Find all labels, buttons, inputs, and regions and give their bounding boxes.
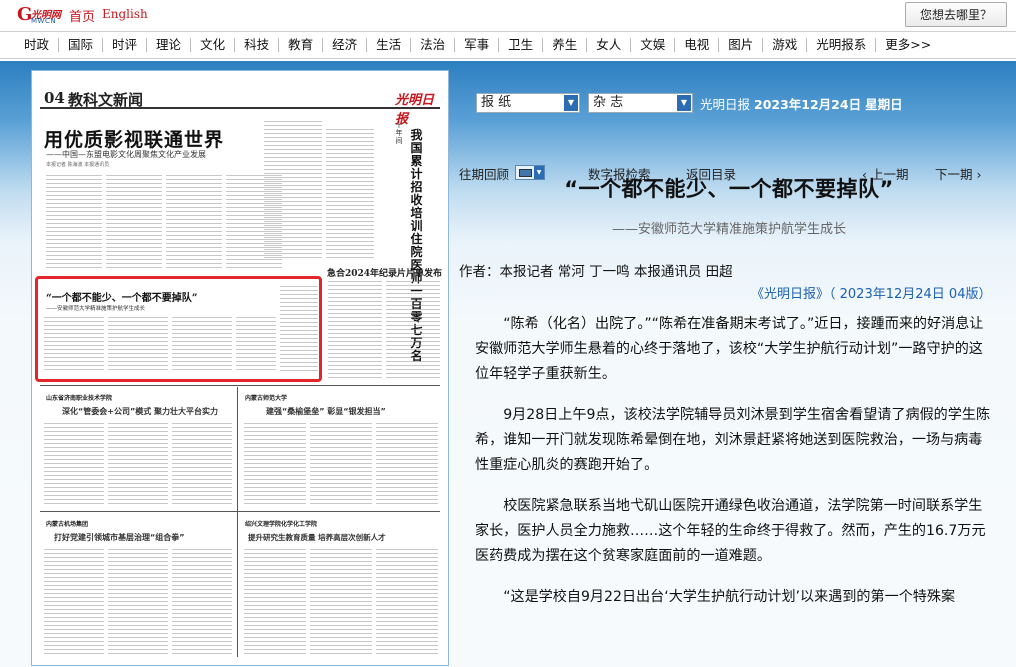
text-column (328, 281, 382, 381)
vertical-kicker: 十年间 (395, 121, 403, 145)
text-column (376, 423, 438, 507)
selected-article-highlight[interactable] (35, 276, 322, 382)
nav-item[interactable]: 时评 (103, 38, 148, 52)
magazine-select[interactable]: 杂 志 ▼ (588, 93, 693, 113)
newspaper-header: 04 教科文新闻 光明日报 (40, 89, 440, 127)
story-1-section: 山东省济南职业技术学院 (46, 395, 113, 402)
story-2-title[interactable]: 建强“桑榆堡垒” 彰显“银发担当” (266, 406, 386, 417)
main-nav: 时政 国际 时评 理论 文化 科技 教育 经济 生活 法治 军事 卫生 养生 女人 文娱 电视 图片 游戏 光明报系… (0, 31, 1016, 59)
text-column (106, 175, 162, 271)
article-subtitle: ——安徽师范大学精准施策护航学生成长 (612, 222, 847, 237)
nav-item[interactable]: 文化 (191, 38, 236, 52)
story-1-title[interactable]: 深化“管委会+公司”模式 聚力壮大平台实力 (62, 406, 218, 417)
text-column (172, 423, 232, 507)
nav-item[interactable]: 理论 (147, 38, 192, 52)
newspaper-subheadline: ——中国—东盟电影文化周聚焦文化产业发展 (46, 150, 206, 159)
chevron-down-icon: ▼ (677, 95, 691, 111)
nav-item[interactable]: 经济 (323, 38, 368, 52)
article-paragraph: “陈希（化名）出院了。”“陈希在准备期末考试了。”近日，接踵而来的好消息让安徽师… (475, 316, 984, 382)
site-logo[interactable]: G 光明网 MWCN (17, 4, 63, 26)
logo-sub: MWCN (31, 17, 57, 25)
nav-item[interactable]: 更多>> (876, 38, 940, 52)
text-column (264, 121, 322, 261)
article-source: 《光明日报》（ 2023年12月24日 04版） (751, 287, 992, 302)
paper-name: 光明日报 (700, 97, 751, 112)
nav-item[interactable]: 游戏 (763, 38, 808, 52)
text-column (46, 175, 102, 271)
article-title: “一个都不能少、一个都不要掉队” (564, 177, 894, 201)
divider (40, 385, 440, 386)
nav-item[interactable]: 时政 (15, 38, 60, 52)
text-column (310, 549, 372, 657)
nav-item[interactable]: 电视 (675, 38, 720, 52)
text-column (386, 281, 440, 381)
article-author: 作者：本报记者 常河 丁一鸣 本报通讯员 田超 (459, 264, 733, 280)
where-to-go-button[interactable]: 您想去哪里？ (905, 2, 1007, 27)
nav-item[interactable]: 女人 (587, 38, 632, 52)
newspaper-select-value: 报 纸 (481, 95, 512, 110)
nav-item[interactable]: 图片 (719, 38, 764, 52)
nav-item[interactable]: 教育 (279, 38, 324, 52)
issue-date: 2023年12月24日 (754, 97, 862, 112)
article-paragraph: 校医院紧急联系当地弋矶山医院开通绿色收治通道，法学院第一时间联系学生家长，医护人… (475, 498, 986, 564)
story-2-section: 内蒙古师范大学 (245, 395, 288, 402)
newspaper-page[interactable]: 04 教科文新闻 光明日报 用优质影视联通世界 ——中国—东盟电影文化周聚焦文化… (31, 70, 449, 666)
newspaper-select[interactable]: 报 纸 ▼ (476, 93, 580, 113)
nav-item[interactable]: 光明报系 (807, 38, 877, 52)
issue-weekday: 星期日 (865, 97, 903, 112)
text-column (44, 423, 104, 507)
text-column (108, 423, 168, 507)
article-paragraph: “这是学校自9月22日出台‘大学生护航行动计划’以来遇到的第一个特殊案 (503, 589, 956, 605)
page-number: 04 (44, 89, 65, 107)
story-3-section: 内蒙古机场集团 (46, 521, 89, 528)
divider (237, 387, 238, 657)
magazine-select-value: 杂 志 (593, 95, 624, 110)
nav-item[interactable]: 法治 (411, 38, 456, 52)
story-4-title[interactable]: 提升研究生教育质量 培养高层次创新人才 (248, 532, 386, 543)
text-column (172, 549, 232, 657)
home-link[interactable]: 首页 (69, 6, 95, 25)
nav-item[interactable]: 文娱 (631, 38, 676, 52)
nav-item[interactable]: 生活 (367, 38, 412, 52)
issue-date-bar: 光明日报 2023年12月24日 星期日 (700, 94, 903, 113)
top-bar: G 光明网 MWCN 首页 English 您想去哪里？ (0, 0, 1016, 30)
article-paragraph: 9月28日上午9点，该校法学院辅导员刘沐景到学生宿舍看望请了病假的学生陈希，谁知… (475, 407, 991, 473)
documentary-release-title[interactable]: 急合2024年纪录片片单发布 (327, 266, 442, 279)
text-column (310, 423, 372, 507)
nav-item[interactable]: 卫生 (499, 38, 544, 52)
newspaper-headline[interactable]: 用优质影视联通世界 (44, 125, 224, 152)
nav-item[interactable]: 科技 (235, 38, 280, 52)
divider (40, 511, 440, 512)
newspaper-byline: 本报记者 陈海波 本报通讯员 (46, 162, 110, 168)
chevron-down-icon: ▼ (564, 95, 578, 111)
text-column (326, 129, 374, 261)
text-column (44, 549, 104, 657)
nav-item[interactable]: 国际 (59, 38, 104, 52)
text-column (376, 549, 438, 657)
nav-item[interactable]: 军事 (455, 38, 500, 52)
nav-item[interactable]: 养生 (543, 38, 588, 52)
text-column (244, 549, 306, 657)
section-name: 教科文新闻 (68, 91, 144, 109)
text-column (166, 175, 222, 271)
story-4-section: 绍兴文理学院化学化工学院 (245, 521, 318, 528)
text-column (108, 549, 168, 657)
text-column (244, 423, 306, 507)
story-3-title[interactable]: 打好党建引领城市基层治理“组合拳” (54, 532, 185, 543)
english-link[interactable]: English (102, 7, 148, 21)
